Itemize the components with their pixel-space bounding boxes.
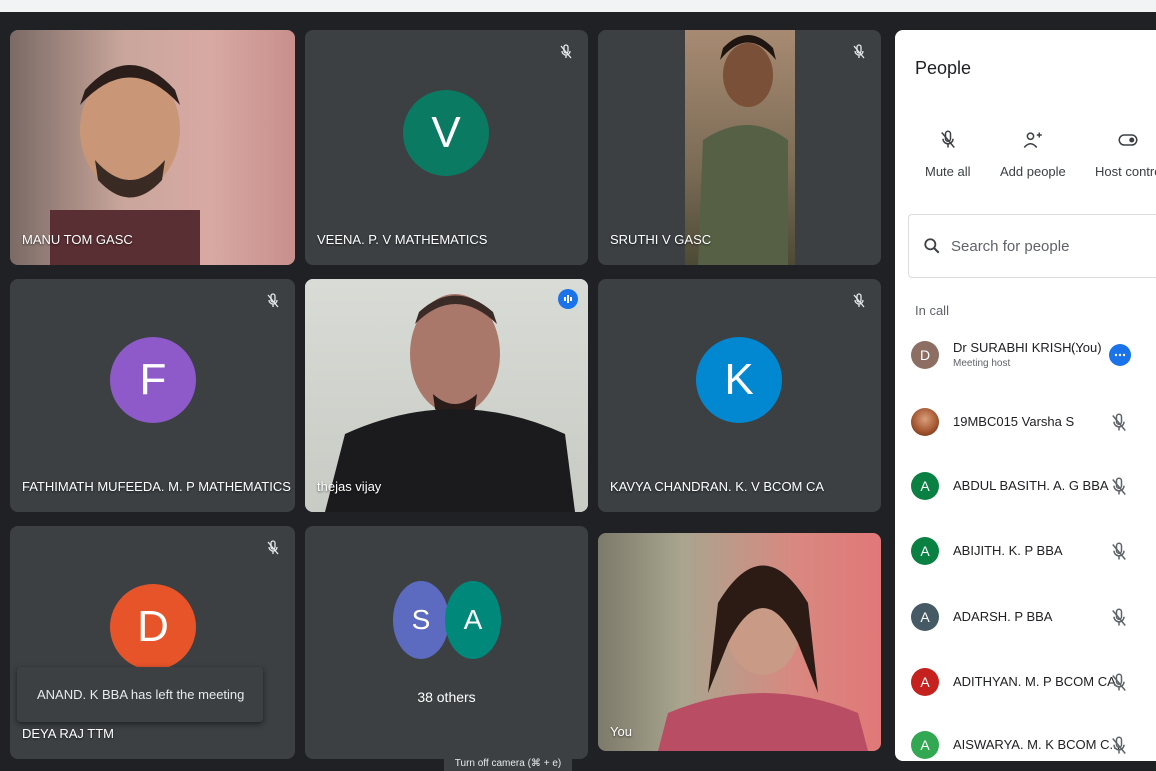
- participant-tile-sruthi[interactable]: SRUTHI V GASC: [598, 30, 881, 265]
- participant-tile-veena[interactable]: V VEENA. P. V MATHEMATICS: [305, 30, 588, 265]
- mic-off-icon: [267, 540, 279, 555]
- participant-tile-fathimath[interactable]: F FATHIMATH MUFEEDA. M. P MATHEMATICS: [10, 279, 295, 512]
- participant-name: FATHIMATH MUFEEDA. M. P MATHEMATICS: [22, 479, 291, 494]
- more-dots-icon: [1114, 353, 1126, 357]
- person-row[interactable]: A ABIJITH. K. P BBA: [911, 532, 1156, 572]
- participant-tile-thejas[interactable]: thejas vijay: [305, 279, 588, 512]
- others-avatar-a: A: [445, 581, 501, 659]
- person-avatar: D: [911, 341, 939, 369]
- participant-tile-deya[interactable]: D DEYA RAJ TTM: [10, 526, 295, 759]
- add-people-label: Add people: [1000, 164, 1066, 179]
- participant-name: You: [610, 724, 632, 739]
- you-tag: (You): [1071, 340, 1102, 355]
- person-silhouette: [698, 35, 788, 265]
- mic-off-icon: [853, 293, 865, 308]
- add-person-icon: [1023, 132, 1042, 149]
- person-avatar: A: [911, 537, 939, 565]
- panel-title: People: [915, 58, 972, 78]
- camera-tooltip: Turn off camera (⌘ + e): [444, 757, 572, 771]
- participant-tile-kavya[interactable]: K KAVYA CHANDRAN. K. V BCOM CA: [598, 279, 881, 512]
- mic-off-icon: [1112, 673, 1126, 691]
- others-count: 38 others: [417, 689, 476, 705]
- people-panel: People Mute all Add people Host contro S…: [895, 30, 1156, 761]
- person-name: AISWARYA. M. K BCOM C...: [953, 737, 1121, 752]
- participant-tile-others[interactable]: S A 38 others: [305, 526, 588, 759]
- person-avatar: A: [911, 472, 939, 500]
- others-avatar-s: S: [393, 581, 449, 659]
- person-row[interactable]: A ABDUL BASITH. A. G BBA: [911, 467, 1156, 507]
- mic-off-icon: [940, 130, 955, 148]
- person-name: 19MBC015 Varsha S: [953, 414, 1075, 429]
- search-icon: [924, 238, 940, 254]
- participant-name: KAVYA CHANDRAN. K. V BCOM CA: [610, 479, 825, 494]
- participant-name: thejas vijay: [317, 479, 382, 494]
- in-call-label: In call: [915, 303, 949, 318]
- toggle-icon: [1118, 134, 1138, 146]
- speaking-indicator-icon: [558, 289, 578, 309]
- participant-avatar: F: [110, 337, 196, 423]
- person-row[interactable]: A AISWARYA. M. K BCOM C...: [911, 726, 1156, 761]
- search-people-field[interactable]: Search for people: [908, 214, 1156, 278]
- mute-all-button[interactable]: Mute all: [925, 130, 971, 179]
- browser-top-strip: [0, 0, 1156, 12]
- person-photo-avatar: [911, 408, 939, 436]
- participant-name: SRUTHI V GASC: [610, 232, 712, 247]
- person-name: Dr SURABHI KRISH...: [953, 340, 1083, 355]
- person-name: ADARSH. P BBA: [953, 609, 1053, 624]
- person-name: ABIJITH. K. P BBA: [953, 543, 1063, 558]
- person-row[interactable]: 19MBC015 Varsha S: [911, 403, 1156, 443]
- person-name: ABDUL BASITH. A. G BBA: [953, 478, 1109, 493]
- participant-tile-manu[interactable]: MANU TOM GASC: [10, 30, 295, 265]
- person-silhouette: [658, 565, 868, 751]
- person-role: Meeting host: [953, 358, 1011, 369]
- person-avatar: A: [911, 731, 939, 759]
- person-avatar: A: [911, 668, 939, 696]
- mic-off-icon: [1112, 736, 1126, 754]
- person-row[interactable]: A ADARSH. P BBA: [911, 598, 1156, 638]
- participant-tile-self[interactable]: You: [598, 533, 881, 751]
- host-controls-label: Host contro: [1095, 164, 1156, 179]
- mic-off-icon: [1112, 542, 1126, 560]
- left-meeting-toast: ANAND. K BBA has left the meeting: [17, 667, 263, 722]
- participant-name: VEENA. P. V MATHEMATICS: [317, 232, 488, 247]
- mic-off-icon: [853, 44, 865, 59]
- participant-name: DEYA RAJ TTM: [22, 726, 114, 741]
- person-row[interactable]: A ADITHYAN. M. P BCOM CA: [911, 663, 1156, 703]
- toast-text: ANAND. K BBA has left the meeting: [37, 687, 245, 702]
- mic-off-icon: [1112, 477, 1126, 495]
- participant-avatar: D: [110, 584, 196, 670]
- person-row[interactable]: D Dr SURABHI KRISH... Meeting host (You): [911, 336, 1156, 376]
- person-name: ADITHYAN. M. P BCOM CA: [953, 674, 1116, 689]
- participant-avatar: K: [696, 337, 782, 423]
- more-options-button[interactable]: [1109, 344, 1131, 366]
- search-placeholder: Search for people: [951, 237, 1070, 255]
- host-controls-button[interactable]: Host contro: [1095, 130, 1156, 179]
- person-silhouette: [325, 294, 575, 512]
- participant-avatar: V: [403, 90, 489, 176]
- mic-off-icon: [267, 293, 279, 308]
- add-people-button[interactable]: Add people: [1000, 130, 1066, 179]
- person-avatar: A: [911, 603, 939, 631]
- mute-all-label: Mute all: [925, 164, 971, 179]
- mic-off-icon: [1112, 413, 1126, 431]
- participant-name: MANU TOM GASC: [22, 232, 133, 247]
- mic-off-icon: [560, 44, 572, 59]
- mic-off-icon: [1112, 608, 1126, 626]
